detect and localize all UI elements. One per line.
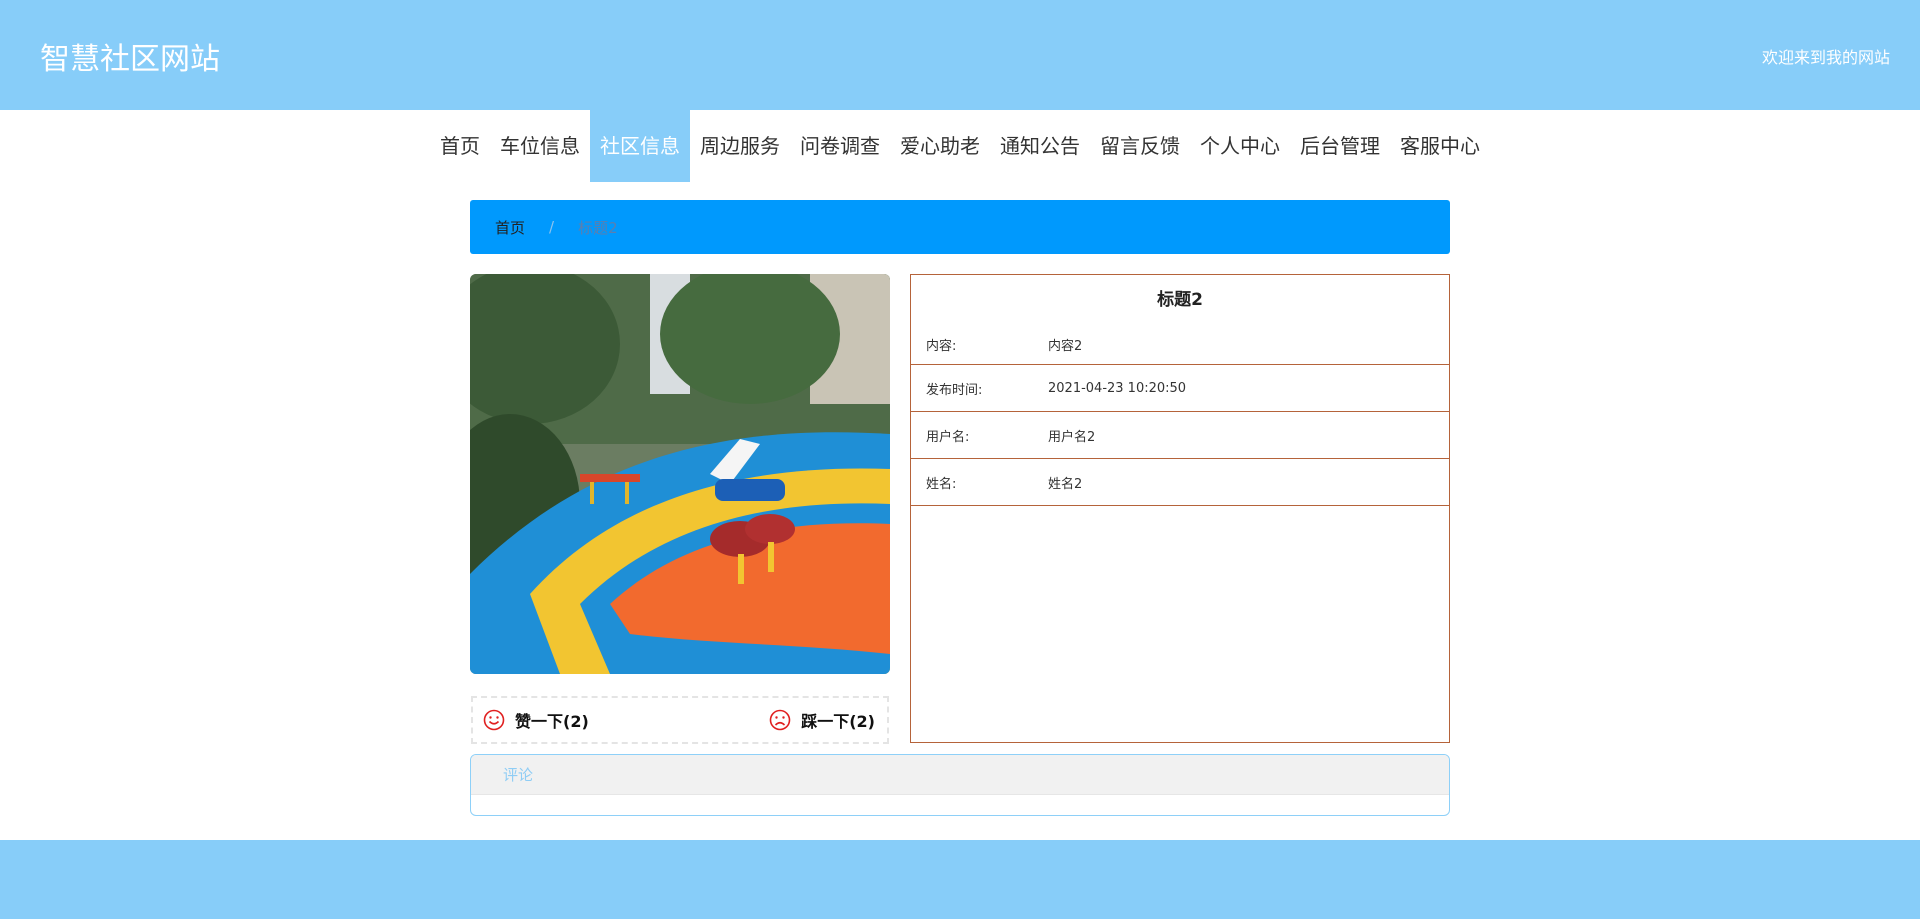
detail-value: 用户名2 xyxy=(1048,429,1096,445)
detail-row-username: 用户名: 用户名2 xyxy=(911,412,1449,459)
nav-item-community-info[interactable]: 社区信息 xyxy=(590,110,690,182)
comment-title: 评论 xyxy=(471,755,1449,795)
detail-row-content: 内容: 内容2 xyxy=(911,325,1449,365)
playground-photo xyxy=(470,274,890,674)
site-title: 智慧社区网站 xyxy=(40,42,220,77)
comment-section: 评论 xyxy=(470,754,1450,816)
detail-title: 标题2 xyxy=(1157,290,1203,310)
post-image xyxy=(470,274,890,674)
frown-icon xyxy=(769,709,791,731)
nav-item-nearby-services[interactable]: 周边服务 xyxy=(690,110,790,182)
breadcrumb-current: 标题2 xyxy=(578,218,618,237)
detail-label: 发布时间: xyxy=(926,382,983,398)
nav-item-parking[interactable]: 车位信息 xyxy=(490,110,590,182)
nav-item-elder-care[interactable]: 爱心助老 xyxy=(890,110,990,182)
welcome-text: 欢迎来到我的网站 xyxy=(1761,48,1890,67)
detail-label: 内容: xyxy=(926,339,957,354)
footer xyxy=(0,840,1920,919)
like-button[interactable]: 赞一下(2) xyxy=(483,708,589,732)
detail-value: 2021-04-23 10:20:50 xyxy=(1048,380,1187,396)
detail-row-name: 姓名: 姓名2 xyxy=(911,459,1449,506)
breadcrumb-home[interactable]: 首页 xyxy=(495,217,525,238)
main-nav: 首页 车位信息 社区信息 周边服务 问卷调查 爱心助老 通知公告 留言反馈 个人… xyxy=(0,110,1920,182)
nav-item-admin[interactable]: 后台管理 xyxy=(1290,110,1390,182)
dislike-button[interactable]: 踩一下(2) xyxy=(769,708,875,732)
detail-panel: 标题2 内容: 内容2 发布时间: 2021-04-23 10:20:50 用户… xyxy=(910,274,1450,743)
detail-value: 内容2 xyxy=(1048,339,1083,354)
nav-item-home[interactable]: 首页 xyxy=(430,110,490,182)
detail-row-publish-time: 发布时间: 2021-04-23 10:20:50 xyxy=(911,365,1449,412)
top-header: 智慧社区网站 欢迎来到我的网站 xyxy=(0,0,1920,110)
breadcrumb-separator: / xyxy=(549,218,555,236)
smile-icon xyxy=(483,709,505,731)
detail-label: 姓名: xyxy=(926,476,957,492)
breadcrumb: 首页 / 标题2 xyxy=(470,200,1450,254)
nav-item-customer-service[interactable]: 客服中心 xyxy=(1390,110,1490,182)
like-label: 赞一下(2) xyxy=(515,712,589,731)
nav-item-feedback[interactable]: 留言反馈 xyxy=(1090,110,1190,182)
nav-item-survey[interactable]: 问卷调查 xyxy=(790,110,890,182)
vote-bar: 赞一下(2) 踩一下(2) xyxy=(471,696,889,744)
dislike-label: 踩一下(2) xyxy=(801,712,875,731)
detail-value: 姓名2 xyxy=(1048,476,1083,492)
nav-item-personal-center[interactable]: 个人中心 xyxy=(1190,110,1290,182)
detail-label: 用户名: xyxy=(926,429,970,445)
nav-item-notices[interactable]: 通知公告 xyxy=(990,110,1090,182)
